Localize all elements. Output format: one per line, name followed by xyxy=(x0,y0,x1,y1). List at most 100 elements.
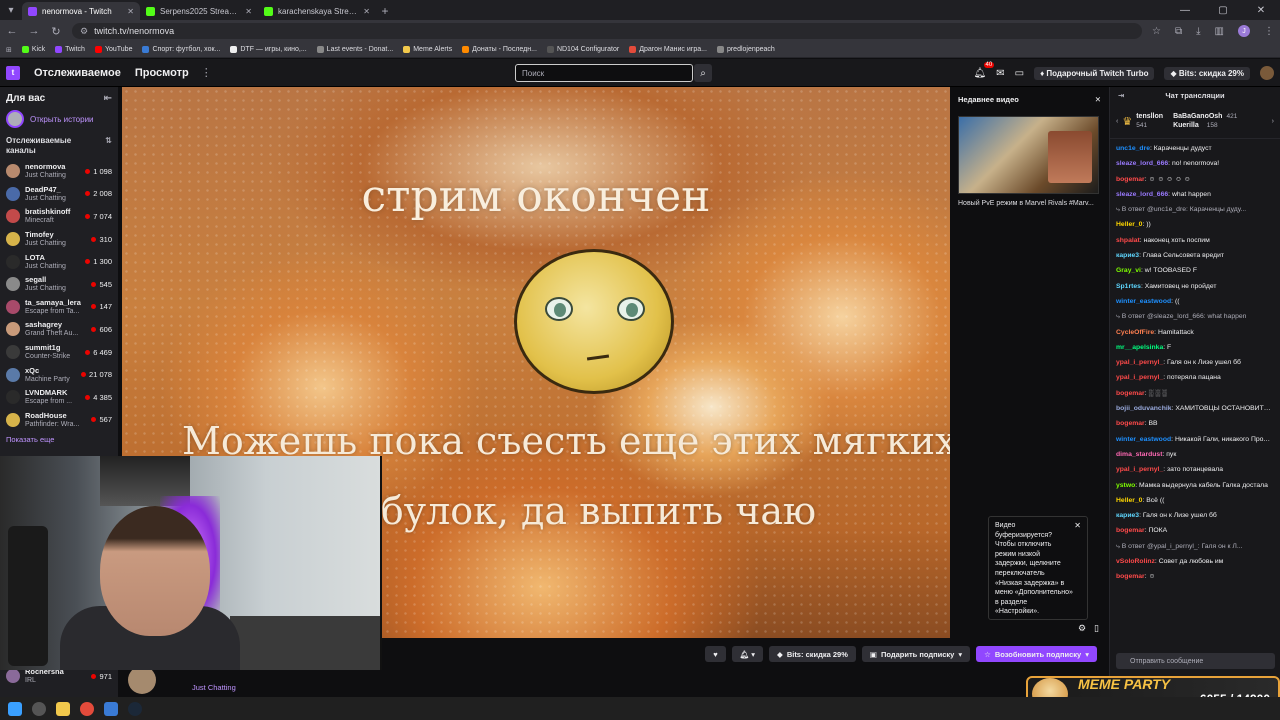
chat-message[interactable]: карие3: Галя он к Лизе ушел бб xyxy=(1116,508,1274,523)
notifications-icon[interactable]: 🔔︎ 40 xyxy=(974,61,995,79)
sidebar-channel[interactable]: LVNDMARK Escape from ... 4 385 xyxy=(0,386,118,409)
chat-username[interactable]: bogemar xyxy=(1116,420,1145,427)
theatre-mode-icon[interactable]: ▯ xyxy=(1094,623,1099,634)
chat-message[interactable]: bogemar: ☺ ☺ ☺ ☺ ☺ xyxy=(1116,172,1274,187)
collapse-sidebar-icon[interactable]: ⇤ xyxy=(104,93,112,104)
downloads-icon[interactable]: ⤓ xyxy=(1196,26,1200,37)
chat-message[interactable]: ⤷ В ответ @sleaze_lord_666: what happen xyxy=(1116,309,1274,324)
turbo-gift-button[interactable]: ♦ Подарочный Twitch Turbo xyxy=(1034,66,1155,80)
close-tab-icon[interactable]: ✕ xyxy=(363,7,370,16)
chat-username[interactable]: vSoloRolinz xyxy=(1116,558,1155,565)
chat-username[interactable]: CycleOfFire xyxy=(1116,329,1154,336)
apps-icon[interactable]: ⊞ xyxy=(6,46,12,54)
chat-message[interactable]: vSoloRolinz: Совет да любовь им xyxy=(1116,554,1274,569)
forward-icon[interactable]: → xyxy=(28,25,40,37)
chat-username[interactable]: Gray_vi xyxy=(1116,267,1141,274)
site-info-icon[interactable]: ⚙ xyxy=(80,26,88,37)
whispers-icon[interactable]: ▭ xyxy=(1015,68,1024,79)
bookmark-item[interactable]: Last events - Donat... xyxy=(316,46,393,53)
search-input[interactable]: Поиск xyxy=(515,64,693,82)
more-options-icon[interactable]: ⋮ xyxy=(201,66,212,79)
chat-username[interactable]: bojii_oduvanchik xyxy=(1116,405,1172,412)
browser-tab[interactable]: karachenskaya Stream - Watch ✕ xyxy=(258,2,376,20)
windows-start-icon[interactable] xyxy=(8,701,22,716)
chat-username[interactable]: Heller_0 xyxy=(1116,221,1142,228)
chat-message[interactable]: Gray_vi: w! TOOBASED F xyxy=(1116,263,1274,278)
follow-heart-button[interactable]: ♥ xyxy=(705,646,726,662)
chat-message[interactable]: bogemar: ░ ░ ░ xyxy=(1116,386,1274,401)
chat-message[interactable]: Sp1rtes: Хамитовец не пройдет xyxy=(1116,279,1274,294)
back-icon[interactable]: ← xyxy=(6,25,18,37)
sidebar-channel[interactable]: bratishkinoff Minecraft 7 074 xyxy=(0,205,118,228)
app-icon[interactable] xyxy=(104,701,118,716)
stories-button[interactable]: Открыть истории xyxy=(0,108,118,130)
chat-username[interactable]: dima_stardust xyxy=(1116,451,1162,458)
sidebar-channel[interactable]: nenormova Just Chatting 1 098 xyxy=(0,160,118,183)
sidebar-channel[interactable]: segall Just Chatting 545 xyxy=(0,273,118,296)
channel-game-link[interactable]: Just Chatting xyxy=(192,683,236,692)
bookmark-item[interactable]: Meme Alerts xyxy=(403,46,452,53)
browser-tab[interactable]: Serpens2025 Stream - Watch L ✕ xyxy=(140,2,258,20)
chrome-icon[interactable] xyxy=(80,701,94,716)
chat-username[interactable]: winter_eastwood xyxy=(1116,298,1171,305)
sidebar-channel[interactable]: summit1g Counter-Strike 6 469 xyxy=(0,341,118,364)
chat-message[interactable]: Heller_0: Всё (( xyxy=(1116,493,1274,508)
chat-message[interactable]: ypal_i_pernyl_: зато потанцевала xyxy=(1116,462,1274,477)
tab-menu-icon[interactable]: ▾ xyxy=(0,0,22,20)
sidebar-toggle-icon[interactable]: ▥ xyxy=(1215,26,1224,37)
extensions-icon[interactable]: ⧉ xyxy=(1175,26,1182,37)
file-explorer-icon[interactable] xyxy=(56,701,70,716)
collapse-chat-icon[interactable]: ⇥ xyxy=(1118,91,1124,100)
chat-message[interactable]: winter_eastwood: Никакой Гали, никакого … xyxy=(1116,432,1274,447)
settings-gear-icon[interactable]: ⚙ xyxy=(1078,623,1086,634)
chat-username[interactable]: ystwo xyxy=(1116,482,1135,489)
chat-message[interactable]: bogemar: ПОКА xyxy=(1116,523,1274,538)
chat-message[interactable]: bojii_oduvanchik: ХАМИТОВЦЫ ОСТАНОВИТЕСЬ xyxy=(1116,401,1274,416)
chat-username[interactable]: sleaze_lord_666 xyxy=(1116,191,1168,198)
chat-username[interactable]: bogemar xyxy=(1116,573,1145,580)
chat-input[interactable]: Отправить сообщение xyxy=(1116,653,1275,669)
chat-username[interactable]: Sp1rtes xyxy=(1116,283,1141,290)
chat-username[interactable]: карие3 xyxy=(1116,252,1139,259)
bookmark-item[interactable]: Донаты - Последн... xyxy=(462,46,537,53)
chat-username[interactable]: ypal_i_pernyl_ xyxy=(1116,359,1163,366)
nav-browse[interactable]: Просмотр xyxy=(135,67,189,79)
close-tab-icon[interactable]: ✕ xyxy=(127,7,134,16)
bookmark-star-icon[interactable]: ☆ xyxy=(1152,26,1161,37)
bookmark-item[interactable]: Kick xyxy=(21,46,45,53)
chat-message[interactable]: winter_eastwood: (( xyxy=(1116,294,1274,309)
chat-username[interactable]: unc1e_dre xyxy=(1116,145,1150,152)
bookmark-item[interactable]: predlojenpeach xyxy=(716,46,775,53)
sidebar-channel[interactable]: sashagrey Grand Theft Au... 606 xyxy=(0,318,118,341)
chat-message[interactable]: ⤷ В ответ @unc1e_dre: Караченцы дуду... xyxy=(1116,202,1274,217)
bookmark-item[interactable]: YouTube xyxy=(94,46,132,53)
chat-username[interactable]: карие3 xyxy=(1116,512,1139,519)
notification-bell-button[interactable]: 🔔︎ ▾ xyxy=(731,646,764,662)
bits-button[interactable]: ◆ Bits: скидка 29% xyxy=(1164,66,1250,80)
chat-message[interactable]: карие3: Глава Сельсовета вредит xyxy=(1116,248,1274,263)
chat-username[interactable]: winter_eastwood xyxy=(1116,436,1171,443)
url-field[interactable]: ⚙ twitch.tv/nenormova xyxy=(72,23,1143,39)
bookmark-item[interactable]: Twitch xyxy=(55,46,85,53)
nav-right-icon[interactable]: › xyxy=(1272,118,1274,125)
chat-message[interactable]: ypal_i_pernyl_: Галя он к Лизе ушел бб xyxy=(1116,355,1274,370)
chat-message[interactable]: Heller_0: )) xyxy=(1116,217,1274,232)
nav-following[interactable]: Отслеживаемое xyxy=(34,67,121,79)
chat-message[interactable]: ypal_i_pernyl_: потеряла пацана xyxy=(1116,370,1274,385)
chat-username[interactable]: bogemar xyxy=(1116,390,1145,397)
gift-sub-button[interactable]: ▣ Подарить подписку ▾ xyxy=(861,646,971,662)
sidebar-channel[interactable]: Timofey Just Chatting 310 xyxy=(0,228,118,251)
bookmark-item[interactable]: ND104 Configurator xyxy=(546,46,619,53)
chat-username[interactable]: bogemar xyxy=(1116,527,1145,534)
bookmark-item[interactable]: DTF — игры, кино,... xyxy=(230,46,307,53)
sidebar-channel[interactable]: ta_samaya_lera Escape from Ta... 147 xyxy=(0,296,118,319)
nav-left-icon[interactable]: ‹ xyxy=(1116,118,1118,125)
sidebar-channel[interactable]: LOTA Just Chatting 1 300 xyxy=(0,250,118,273)
chat-message[interactable]: CycleOfFire: Hamitattack xyxy=(1116,325,1274,340)
inbox-icon[interactable]: ✉ xyxy=(996,68,1004,79)
chat-message[interactable]: shpalat: наконец хоть поспим xyxy=(1116,233,1274,248)
close-window-icon[interactable]: ✕ xyxy=(1242,5,1280,16)
steam-icon[interactable] xyxy=(128,701,142,716)
bits-discount-button[interactable]: ◆ Bits: скидка 29% xyxy=(769,646,856,662)
sidebar-channel[interactable]: RoadHouse Pathfinder: Wra... 567 xyxy=(0,409,118,432)
